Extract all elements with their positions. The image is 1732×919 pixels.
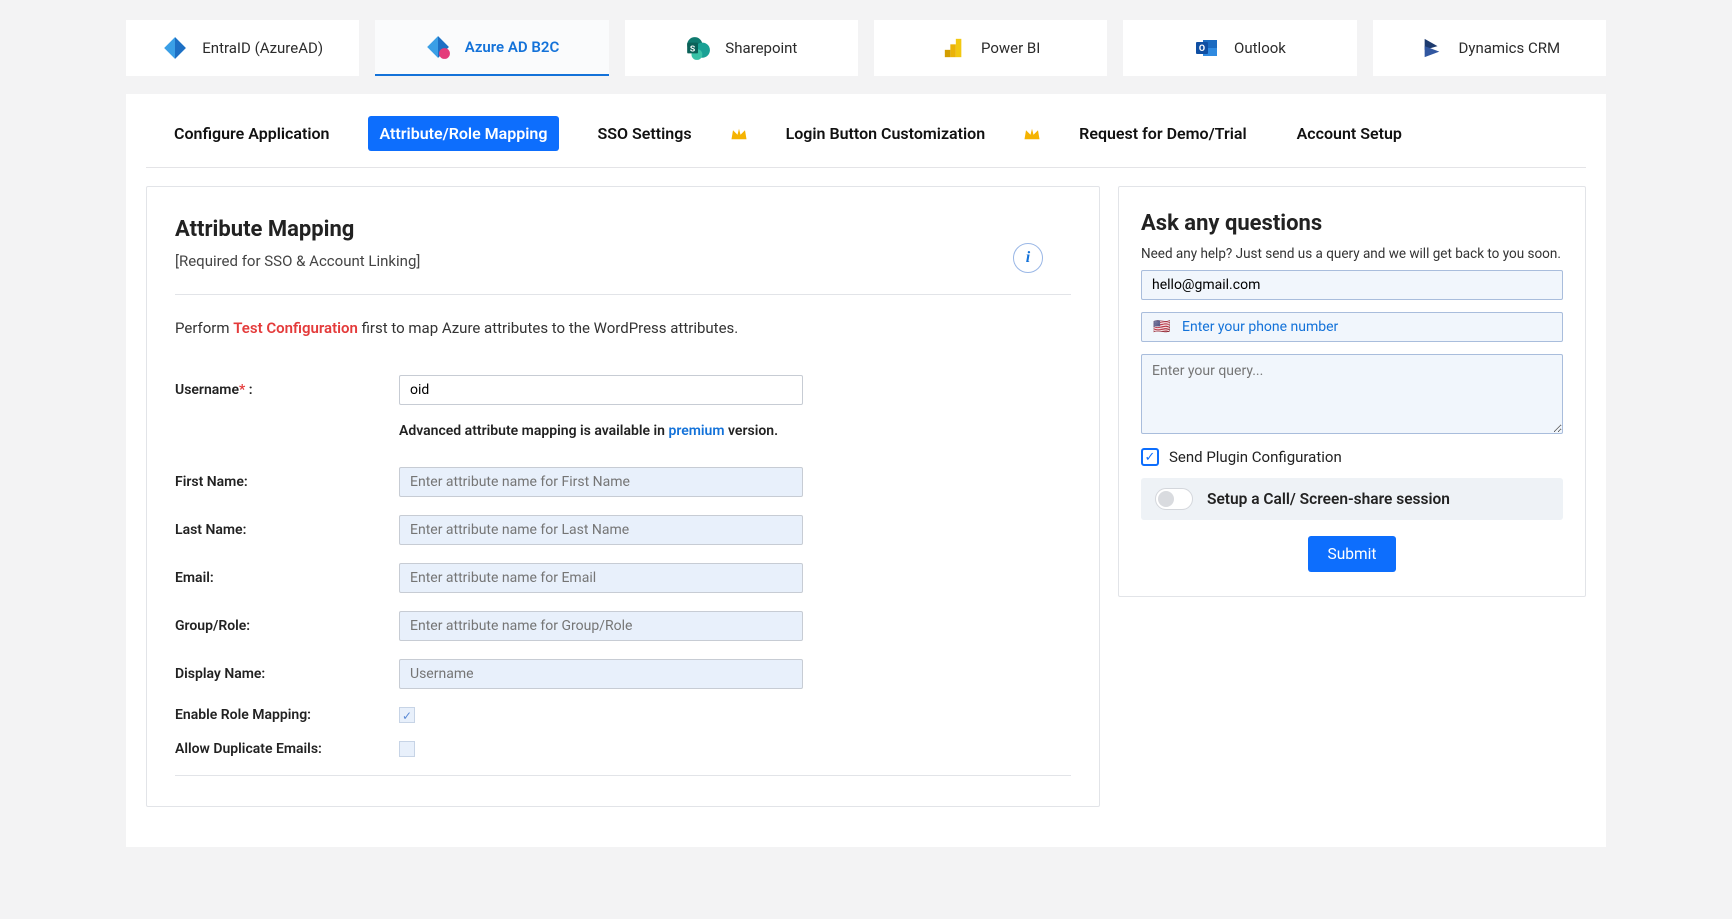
label-allow-dup: Allow Duplicate Emails: bbox=[175, 741, 399, 757]
firstname-input bbox=[399, 467, 803, 497]
allow-dup-checkbox bbox=[399, 741, 415, 757]
tab-entraid[interactable]: EntraID (AzureAD) bbox=[126, 20, 359, 76]
nav-mapping[interactable]: Attribute/Role Mapping bbox=[368, 116, 560, 151]
call-toggle[interactable] bbox=[1155, 488, 1193, 510]
sub-nav: Configure Application Attribute/Role Map… bbox=[146, 94, 1586, 168]
flag-icon[interactable]: 🇺🇸 bbox=[1142, 319, 1182, 335]
premium-link[interactable]: premium bbox=[668, 423, 724, 439]
sharepoint-icon: S bbox=[685, 35, 711, 61]
tab-label: Dynamics CRM bbox=[1459, 39, 1561, 57]
dynamics-icon bbox=[1419, 35, 1445, 61]
grouprole-input bbox=[399, 611, 803, 641]
azure-b2c-icon bbox=[425, 34, 451, 60]
label-firstname: First Name: bbox=[175, 474, 399, 490]
nav-login-button[interactable]: Login Button Customization bbox=[774, 116, 998, 151]
tab-outlook[interactable]: O Outlook bbox=[1123, 20, 1356, 76]
svg-text:S: S bbox=[690, 44, 696, 54]
questions-subtitle: Need any help? Just send us a query and … bbox=[1141, 246, 1563, 262]
provider-tabs: EntraID (AzureAD) Azure AD B2C S Sharepo… bbox=[126, 20, 1606, 76]
crown-icon bbox=[730, 126, 748, 142]
tab-powerbi[interactable]: Power BI bbox=[874, 20, 1107, 76]
send-config-label: Send Plugin Configuration bbox=[1169, 448, 1342, 466]
tab-label: Sharepoint bbox=[725, 39, 797, 57]
test-configuration-link[interactable]: Test Configuration bbox=[233, 319, 358, 337]
phone-placeholder: Enter your phone number bbox=[1182, 319, 1562, 335]
nav-demo[interactable]: Request for Demo/Trial bbox=[1067, 116, 1258, 151]
svg-text:O: O bbox=[1199, 44, 1205, 54]
tab-azure-b2c[interactable]: Azure AD B2C bbox=[375, 20, 608, 76]
tab-sharepoint[interactable]: S Sharepoint bbox=[625, 20, 858, 76]
enable-role-checkbox bbox=[399, 707, 415, 723]
intro-text: Perform Test Configuration first to map … bbox=[175, 319, 1071, 337]
label-email: Email: bbox=[175, 570, 399, 586]
email-input bbox=[399, 563, 803, 593]
tab-dynamics[interactable]: Dynamics CRM bbox=[1373, 20, 1606, 76]
label-lastname: Last Name: bbox=[175, 522, 399, 538]
main-panel: Configure Application Attribute/Role Map… bbox=[126, 94, 1606, 847]
questions-title: Ask any questions bbox=[1141, 211, 1563, 236]
crown-icon bbox=[1023, 126, 1041, 142]
contact-phone-input[interactable]: 🇺🇸 Enter your phone number bbox=[1141, 312, 1563, 342]
query-textarea[interactable] bbox=[1141, 354, 1563, 434]
premium-note: Advanced attribute mapping is available … bbox=[399, 423, 1071, 439]
call-toggle-label: Setup a Call/ Screen-share session bbox=[1207, 490, 1450, 508]
nav-account[interactable]: Account Setup bbox=[1285, 116, 1414, 151]
nav-sso[interactable]: SSO Settings bbox=[585, 116, 703, 151]
label-username: Username* : bbox=[175, 382, 399, 398]
label-displayname: Display Name: bbox=[175, 666, 399, 682]
tab-label: Azure AD B2C bbox=[465, 38, 560, 56]
powerbi-icon bbox=[941, 35, 967, 61]
nav-configure[interactable]: Configure Application bbox=[162, 116, 342, 151]
tab-label: EntraID (AzureAD) bbox=[202, 39, 323, 57]
displayname-input bbox=[399, 659, 803, 689]
section-subtitle: [Required for SSO & Account Linking] bbox=[175, 252, 1071, 270]
lastname-input bbox=[399, 515, 803, 545]
send-config-checkbox[interactable]: ✓ bbox=[1141, 448, 1159, 466]
tab-label: Power BI bbox=[981, 39, 1040, 57]
info-icon[interactable]: i bbox=[1013, 243, 1043, 273]
username-input[interactable] bbox=[399, 375, 803, 405]
azure-diamond-icon bbox=[162, 35, 188, 61]
questions-card: Ask any questions Need any help? Just se… bbox=[1118, 186, 1586, 597]
label-grouprole: Group/Role: bbox=[175, 618, 399, 634]
label-enable-role: Enable Role Mapping: bbox=[175, 707, 399, 723]
outlook-icon: O bbox=[1194, 35, 1220, 61]
section-title: Attribute Mapping bbox=[175, 217, 1071, 242]
attribute-mapping-card: Attribute Mapping [Required for SSO & Ac… bbox=[146, 186, 1100, 807]
contact-email-input[interactable] bbox=[1141, 270, 1563, 300]
submit-button[interactable]: Submit bbox=[1308, 536, 1397, 572]
tab-label: Outlook bbox=[1234, 39, 1286, 57]
